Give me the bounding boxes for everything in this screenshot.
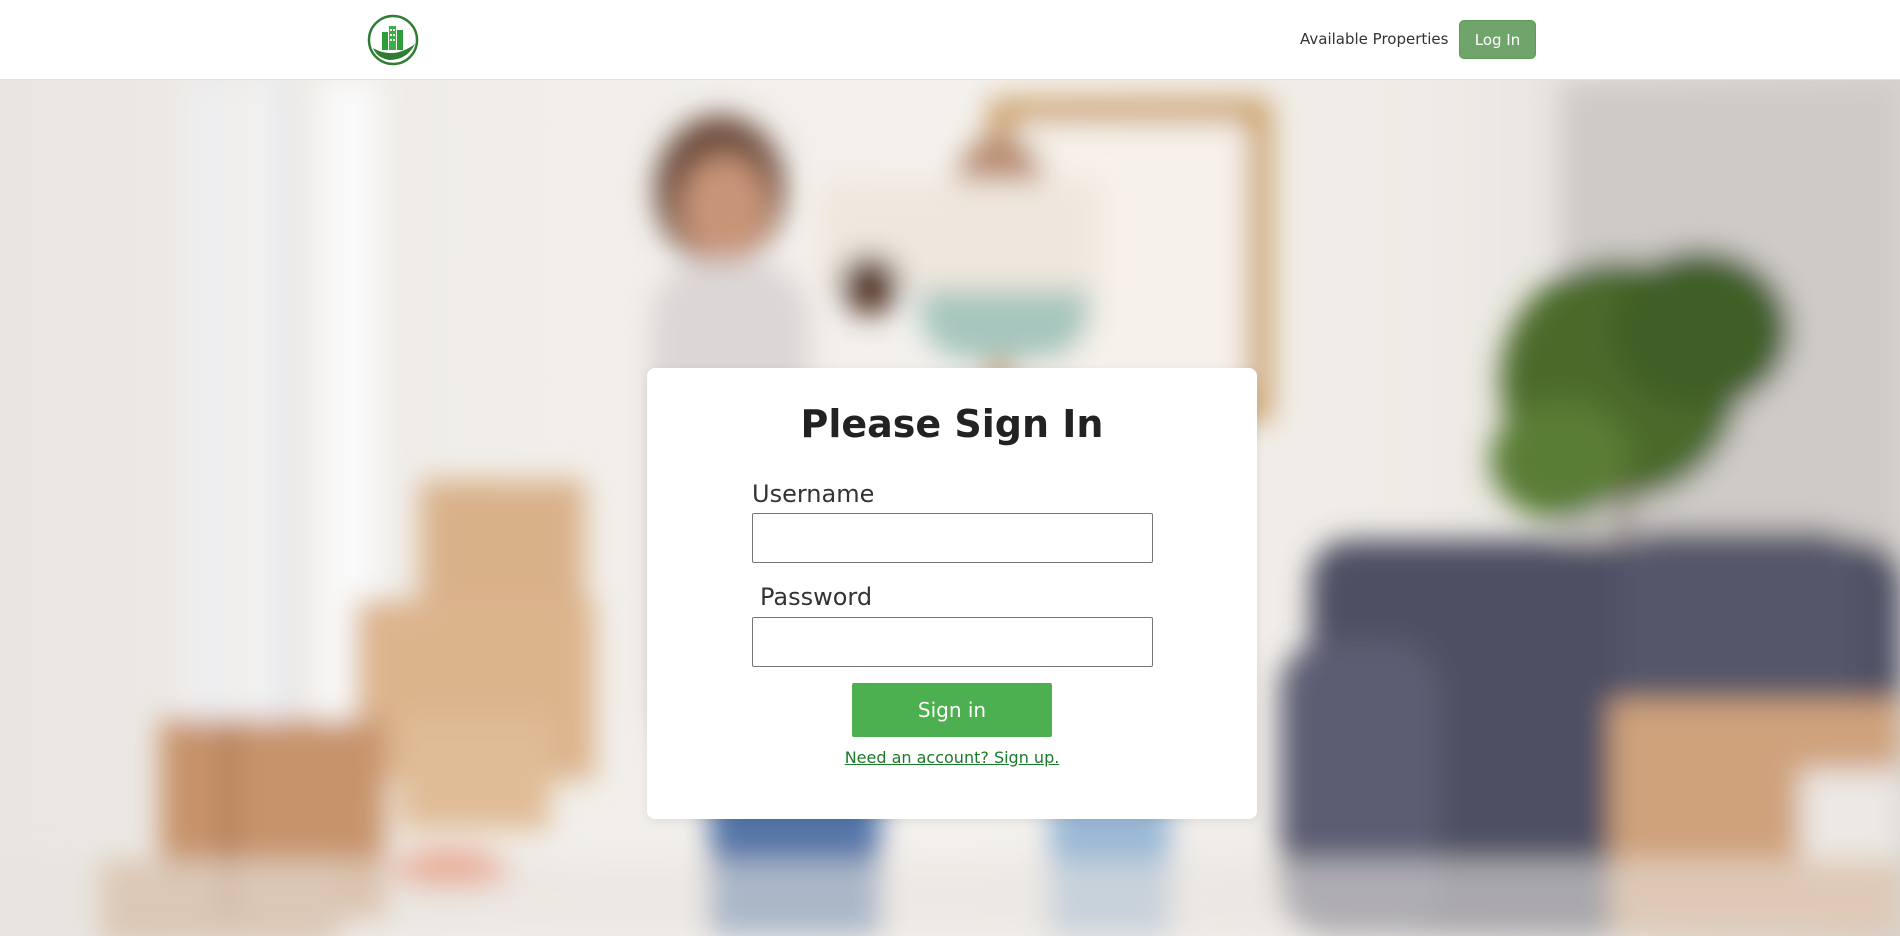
signin-card: Please Sign In Username Password Sign in…: [647, 368, 1257, 819]
username-input[interactable]: [752, 513, 1153, 563]
page-title: Please Sign In: [800, 402, 1104, 446]
signin-button[interactable]: Sign in: [852, 683, 1052, 737]
logo-icon[interactable]: [367, 14, 419, 66]
top-navbar: Available Properties Log In: [0, 0, 1900, 80]
hero-background-image: Please Sign In Username Password Sign in…: [0, 80, 1900, 936]
password-label: Password: [760, 583, 873, 611]
signup-link[interactable]: Need an account? Sign up.: [647, 748, 1257, 767]
login-button[interactable]: Log In: [1459, 20, 1536, 59]
password-input[interactable]: [752, 617, 1153, 667]
username-label: Username: [752, 480, 875, 508]
nav-link-available-properties[interactable]: Available Properties: [1300, 30, 1448, 48]
